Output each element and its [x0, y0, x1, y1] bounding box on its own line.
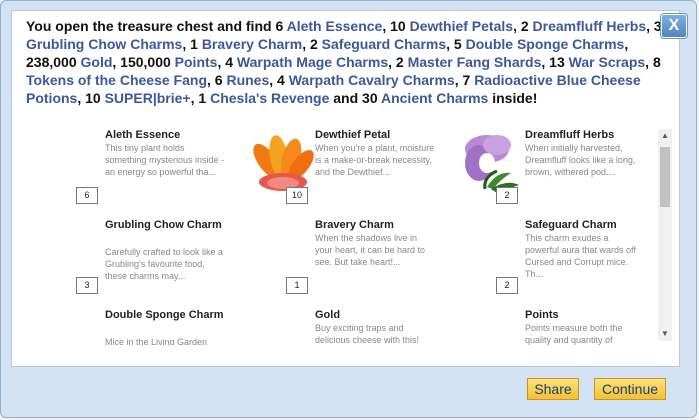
item-description: When initially harvested, Dreamfluff loo… — [525, 143, 636, 177]
item-name[interactable]: Safeguard Charm — [525, 218, 651, 232]
item-description: This tiny plant holds something mysterio… — [105, 143, 225, 177]
message-text: , 2 — [513, 18, 533, 34]
item-card[interactable]: Bravery Charm When the shadows live in yo… — [275, 215, 465, 300]
item-card[interactable]: Aleth Essence This tiny plant holds somet… — [65, 125, 255, 210]
item-link[interactable]: Ancient Charms — [381, 90, 488, 106]
item-description: When the shadows live in your heart, it … — [315, 233, 426, 267]
item-quantity: 10 — [286, 187, 308, 204]
item-link[interactable]: Aleth Essence — [287, 18, 383, 34]
item-card[interactable]: Gold Buy exciting traps and delicious che… — [275, 305, 465, 345]
item-quantity: 3 — [76, 277, 98, 294]
message-text: , 7 — [454, 72, 475, 88]
message-text: , 5 — [446, 36, 466, 52]
item-link[interactable]: Points — [175, 54, 218, 70]
message-text: , 2 — [302, 36, 322, 52]
item-name[interactable]: Grubling Chow Charm — [105, 218, 245, 232]
item-description: Buy exciting traps and delicious cheese … — [315, 323, 420, 345]
message-text: , 13 — [541, 54, 569, 70]
dewthief-petal-icon — [247, 127, 319, 199]
item-link[interactable]: Dewthief Petals — [410, 18, 513, 34]
item-name[interactable]: Dewthief Petal — [315, 128, 455, 142]
treasure-message: You open the treasure chest and find 6 A… — [26, 17, 676, 107]
item-link[interactable]: Chesla's Revenge — [210, 90, 329, 106]
item-link[interactable]: Grubling Chow Charms — [26, 36, 182, 52]
item-quantity: 6 — [76, 187, 98, 204]
message-text: , 10 — [382, 18, 410, 34]
item-description: Mice in the Living Garden — [105, 337, 208, 345]
message-text: inside! — [488, 90, 538, 106]
item-card[interactable]: Dewthief Petal When you're a plant, moist… — [253, 125, 465, 210]
item-link[interactable]: Safeguard Charms — [322, 36, 446, 52]
item-link[interactable]: War Scraps — [569, 54, 646, 70]
item-quantity: 2 — [496, 187, 518, 204]
continue-button[interactable]: Continue — [594, 378, 666, 400]
item-name[interactable]: Double Sponge Charm — [105, 308, 245, 322]
message-text: , 10 — [77, 90, 105, 106]
item-description: Points measure both the quality and quan… — [525, 323, 623, 345]
item-quantity: 2 — [496, 277, 518, 294]
item-name[interactable]: Bravery Charm — [315, 218, 455, 232]
item-link[interactable]: SUPER|brie+ — [105, 90, 191, 106]
item-link[interactable]: Bravery Charm — [202, 36, 302, 52]
item-list-scrollbar[interactable]: ▲ ▼ — [658, 129, 672, 341]
item-description: When you're a plant, moisture is a make-… — [315, 143, 435, 177]
message-text: , 2 — [388, 54, 408, 70]
item-link[interactable]: Gold — [81, 54, 113, 70]
message-text: , 4 — [269, 72, 289, 88]
message-text: and 30 — [329, 90, 381, 106]
message-text: , 1 — [182, 36, 202, 52]
item-name[interactable]: Dreamfluff Herbs — [525, 128, 651, 142]
item-link[interactable]: Dreamfluff Herbs — [533, 18, 647, 34]
message-text: , 150,000 — [112, 54, 175, 70]
treasure-dialog: You open the treasure chest and find 6 A… — [0, 0, 697, 418]
item-card[interactable]: Safeguard Charm This charm exudes a power… — [485, 215, 651, 300]
item-link[interactable]: Master Fang Shards — [408, 54, 542, 70]
item-name[interactable]: Gold — [315, 308, 455, 322]
item-name[interactable]: Points — [525, 308, 651, 322]
item-link[interactable]: Tokens of the Cheese Fang — [26, 72, 207, 88]
item-link[interactable]: Runes — [226, 72, 269, 88]
share-button[interactable]: Share — [527, 378, 579, 400]
item-link[interactable]: Warpath Mage Charms — [237, 54, 388, 70]
message-text: , 4 — [217, 54, 237, 70]
item-card[interactable]: Grubling Chow Charm Carefully crafted to … — [65, 215, 255, 300]
scroll-thumb[interactable] — [660, 147, 670, 207]
item-quantity: 1 — [286, 277, 308, 294]
message-text: , 6 — [207, 72, 227, 88]
item-card[interactable]: Double Sponge Charm Mice in the Living Ga… — [65, 305, 255, 345]
scroll-up-arrow-icon[interactable]: ▲ — [658, 129, 672, 143]
message-text: , 8 — [645, 54, 661, 70]
close-button[interactable]: X — [660, 13, 688, 39]
dreamfluff-herbs-icon — [457, 127, 529, 199]
message-text: , 1 — [190, 90, 211, 106]
message-text: You open the treasure chest and find 6 — [26, 18, 287, 34]
message-text: , 3 — [646, 18, 662, 34]
item-link[interactable]: Warpath Cavalry Charms — [289, 72, 455, 88]
item-link[interactable]: Double Sponge Charms — [466, 36, 625, 52]
scroll-down-arrow-icon[interactable]: ▼ — [658, 327, 672, 341]
item-description: This charm exudes a powerful aura that w… — [525, 233, 636, 279]
item-card[interactable]: Dreamfluff Herbs When initially harvested… — [465, 125, 651, 210]
item-name[interactable]: Aleth Essence — [105, 128, 245, 142]
item-card[interactable]: Points Points measure both the quality an… — [485, 305, 651, 345]
item-list: Aleth Essence This tiny plant holds somet… — [65, 125, 651, 345]
item-description: Carefully crafted to look like a Grublin… — [105, 247, 224, 281]
